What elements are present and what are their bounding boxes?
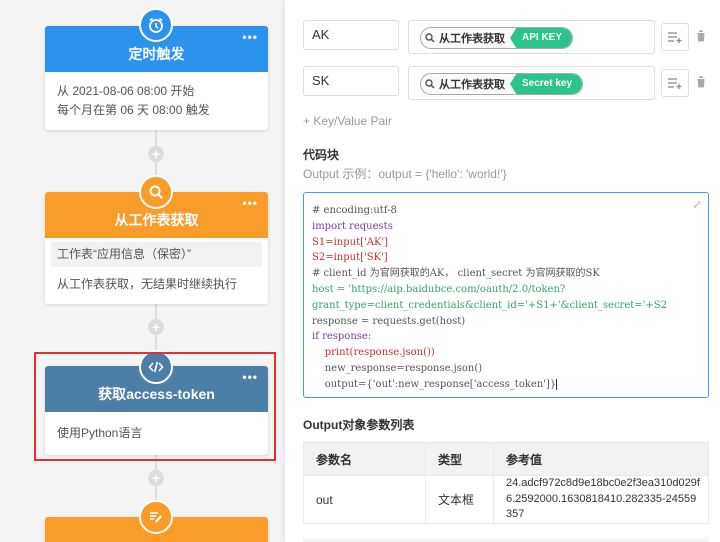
code-line: if response: xyxy=(312,331,372,343)
code-line: output={'out':new_response['access_token… xyxy=(312,378,557,390)
insert-field-button[interactable] xyxy=(661,69,689,97)
code-block-title: 代码块 xyxy=(303,148,340,162)
code-line: S1=input['AK'] xyxy=(312,236,389,248)
list-add-icon xyxy=(668,32,682,43)
node-schedule-text: 每个月在第 06 天 08:00 触发 xyxy=(57,103,210,117)
trash-icon[interactable] xyxy=(696,30,708,44)
param-ref-cell: 24.adcf972c8d9e18bc0e2f3ea310d029f6.2592… xyxy=(493,475,709,524)
search-icon xyxy=(139,175,173,209)
value-token[interactable]: 从工作表获取 Secret key xyxy=(420,73,584,95)
code-line: S2=input['SK'] xyxy=(312,252,388,264)
output-params-table: 参数名 类型 参考值 out 文本框 24.adcf972c8d9e18bc0e… xyxy=(303,442,709,524)
value-field[interactable]: 从工作表获取 API KEY xyxy=(408,20,655,54)
expand-icon[interactable]: ⤢ xyxy=(693,197,702,213)
token-source: 从工作表获取 xyxy=(421,30,510,46)
text-cursor xyxy=(556,379,558,391)
table-row: out 文本框 24.adcf972c8d9e18bc0e2f3ea310d02… xyxy=(303,475,709,524)
node-start-text: 从 2021-08-06 08:00 开始 xyxy=(57,84,195,98)
search-icon xyxy=(425,33,435,43)
code-line: print(response.json()) xyxy=(312,347,435,359)
key-field[interactable]: AK xyxy=(303,20,399,50)
add-node-button[interactable]: + xyxy=(148,470,164,486)
node-more-button[interactable]: ••• xyxy=(242,26,258,48)
trash-icon[interactable] xyxy=(696,76,708,90)
column-header: 参考值 xyxy=(493,442,709,476)
token-source: 从工作表获取 xyxy=(421,76,510,92)
add-node-button[interactable]: + xyxy=(148,319,164,335)
param-type-cell: 文本框 xyxy=(425,475,494,524)
token-field-tag: API KEY xyxy=(510,28,573,48)
node-fetch-text: 从工作表获取，无结果时继续执行 xyxy=(57,277,238,291)
token-source-label: 从工作表获取 xyxy=(439,79,505,91)
alarm-clock-icon xyxy=(139,8,173,42)
list-add-icon xyxy=(668,78,682,89)
node-title: 从工作表获取 xyxy=(114,212,199,228)
code-line: host = 'https://aip.baidubce.com/oauth/2… xyxy=(312,283,566,295)
code-line: response = requests.get(host) xyxy=(312,315,466,327)
add-pair-link[interactable]: + Key/Value Pair xyxy=(303,114,392,128)
value-token[interactable]: 从工作表获取 API KEY xyxy=(420,27,574,49)
param-name-cell: out xyxy=(303,475,426,524)
node-more-button[interactable]: ••• xyxy=(242,192,258,214)
output-params-title: Output对象参数列表 xyxy=(303,418,415,432)
add-node-button[interactable]: + xyxy=(148,146,164,162)
node-title: 定时触发 xyxy=(128,46,185,62)
edit-icon xyxy=(139,500,173,534)
workflow-canvas: + + + 定时触发 ••• 从 2021-08-06 08:00 开始 每个月… xyxy=(0,0,290,542)
code-line-wrap: output={'out':new_response['access_token… xyxy=(312,377,700,393)
code-line: import requests xyxy=(312,220,393,232)
search-icon xyxy=(425,79,435,89)
clipped-content xyxy=(303,536,709,542)
selection-highlight xyxy=(34,352,276,461)
code-line: # client_id 为官网获取的AK， client_secret 为官网获… xyxy=(312,268,600,280)
output-hint: Output 示例：output = {'hello': 'world!'} xyxy=(303,167,507,181)
insert-field-button[interactable] xyxy=(661,23,689,51)
token-source-label: 从工作表获取 xyxy=(439,33,505,45)
config-panel: AK 从工作表获取 API KEY SK 从工作表获取 Secret key + xyxy=(285,0,720,542)
column-header: 类型 xyxy=(425,442,494,476)
code-editor[interactable]: ⤢ # encoding:utf-8 import requests S1=in… xyxy=(303,192,709,398)
code-line: # encoding:utf-8 xyxy=(312,205,397,216)
code-line: new_response=response.json() xyxy=(312,362,483,374)
node-sheet-name: 工作表“应用信息（保密）” xyxy=(51,242,262,267)
value-field[interactable]: 从工作表获取 Secret key xyxy=(408,66,655,100)
token-field-tag: Secret key xyxy=(510,74,583,94)
key-field[interactable]: SK xyxy=(303,66,399,96)
code-line: grant_type=client_credentials&client_id=… xyxy=(312,299,667,311)
column-header: 参数名 xyxy=(303,442,426,476)
